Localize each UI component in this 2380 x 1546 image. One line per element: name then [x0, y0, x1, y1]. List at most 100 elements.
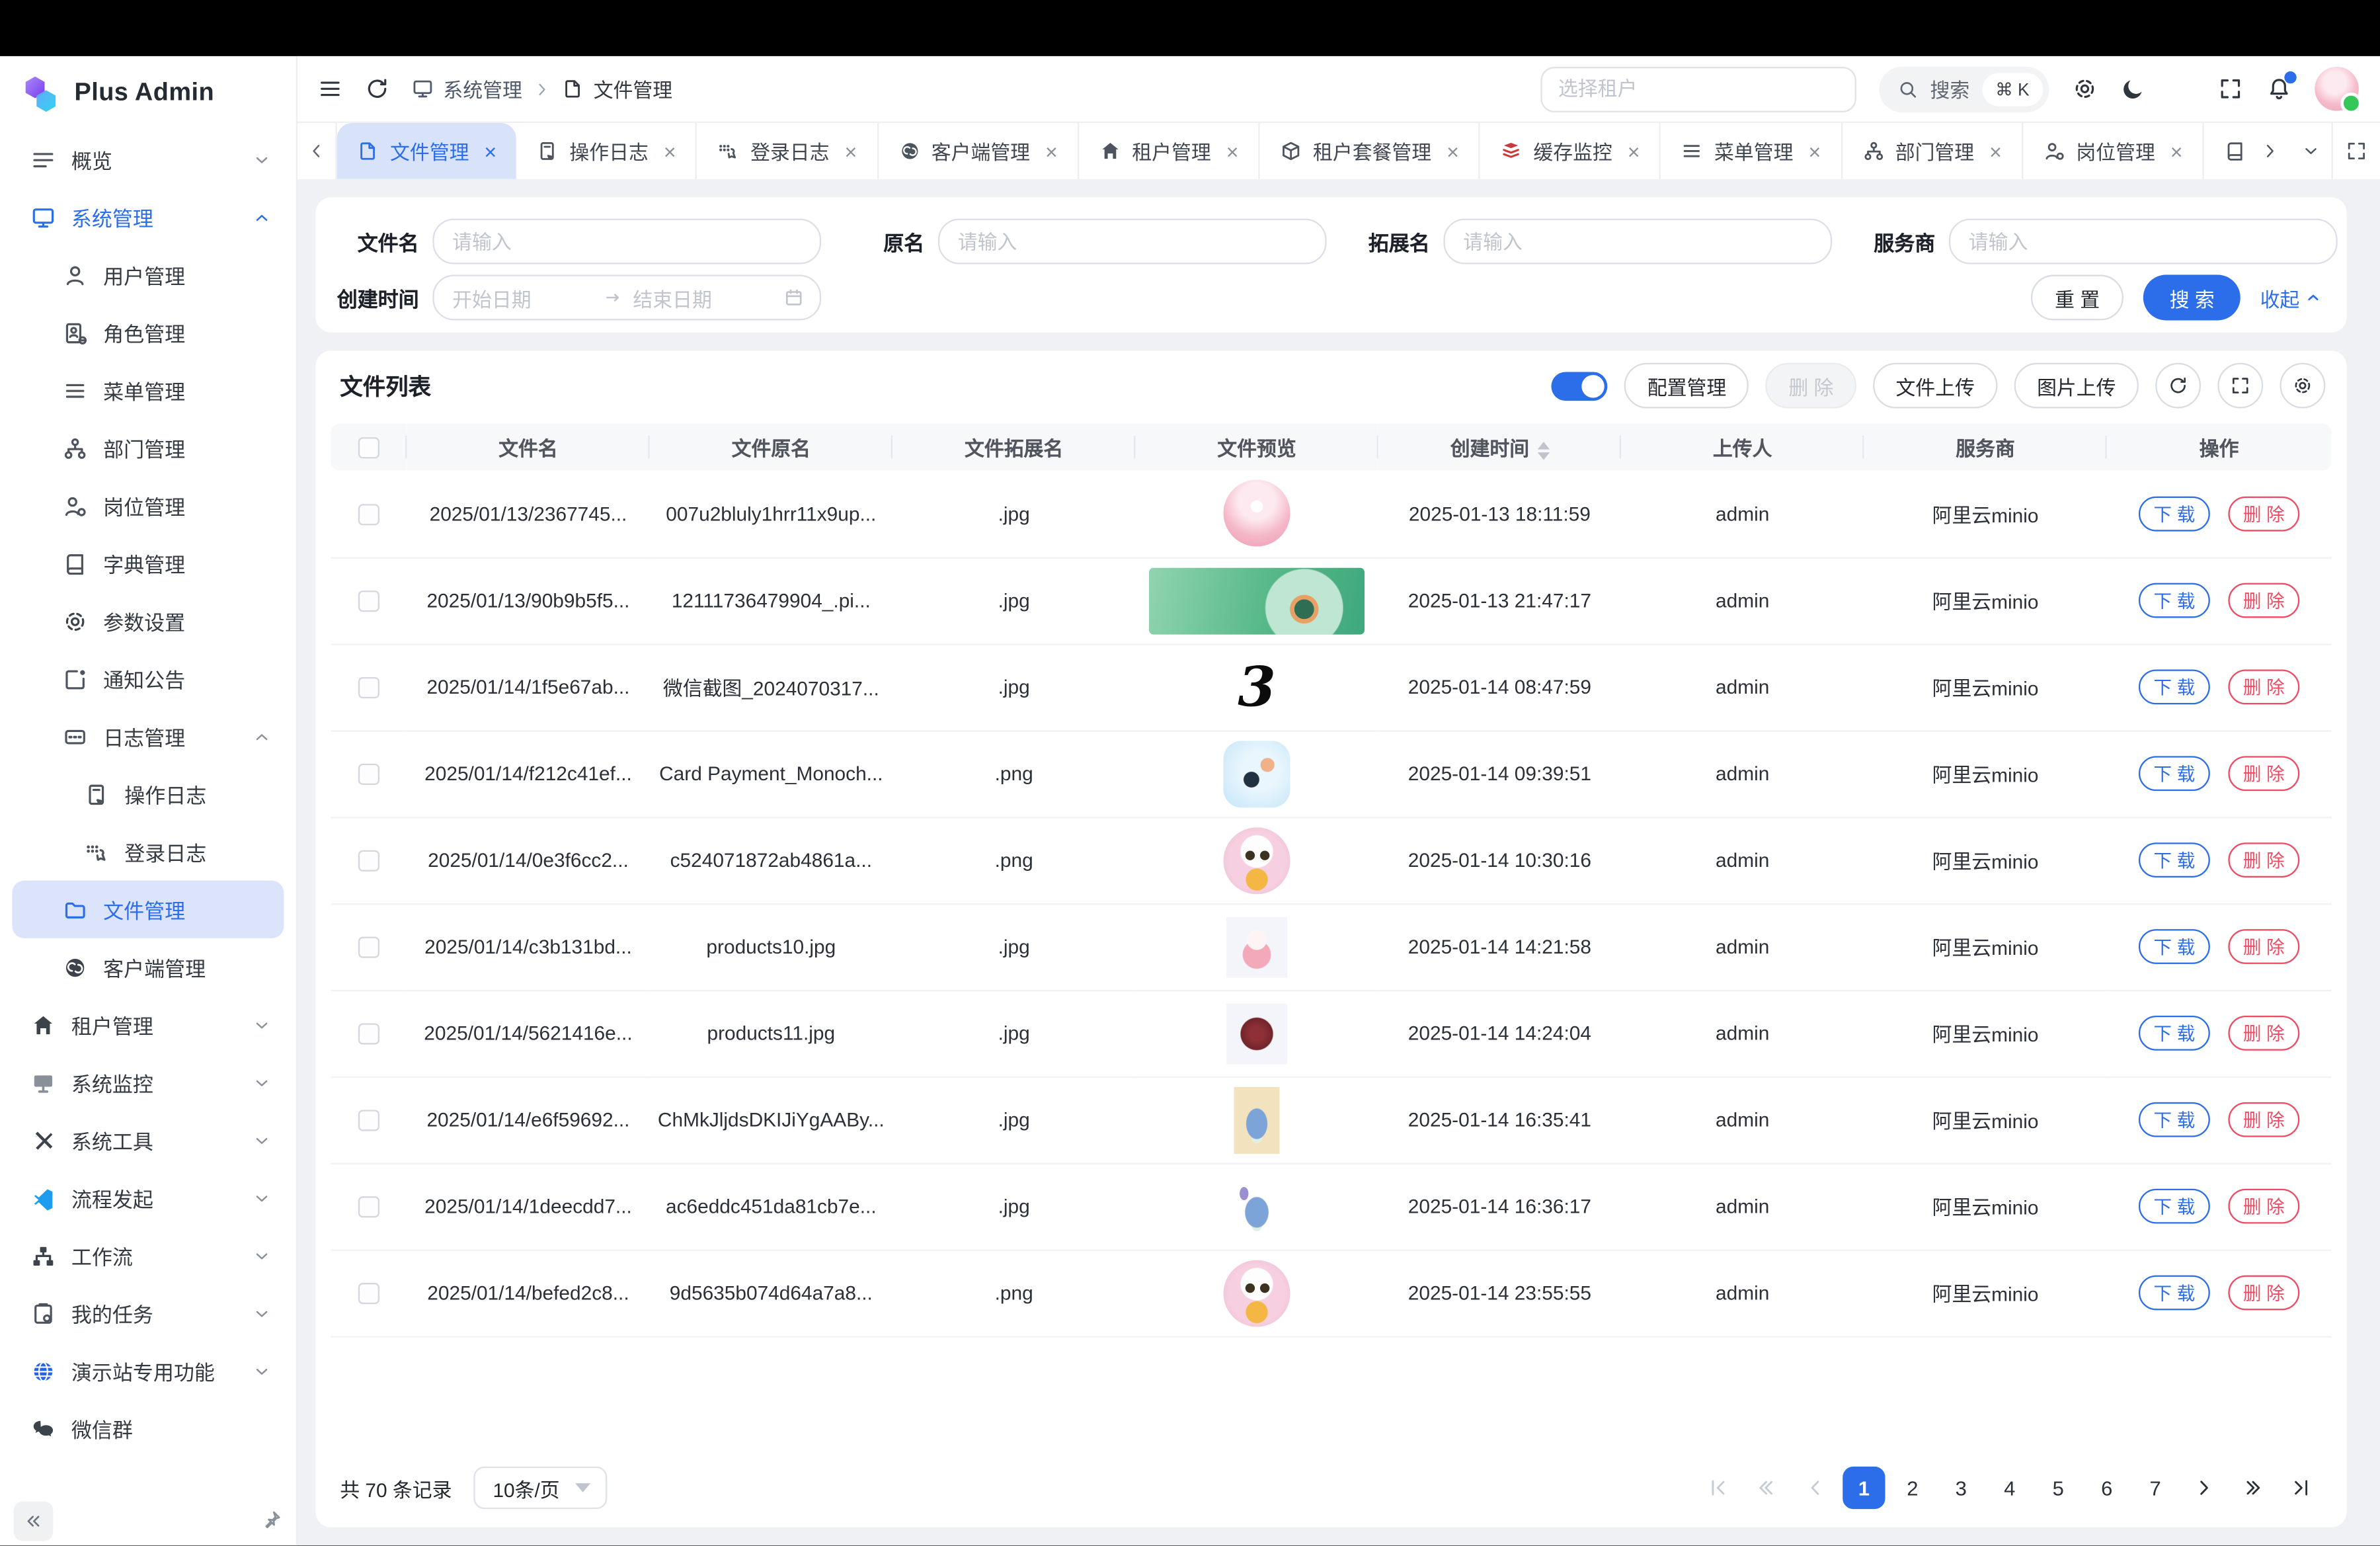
sidebar-item-system[interactable]: 系统管理	[12, 188, 284, 246]
page-button-7[interactable]: 7	[2134, 1467, 2176, 1510]
reset-button[interactable]: 重 置	[2030, 275, 2123, 321]
refresh-icon[interactable]	[364, 76, 390, 102]
next-page-button[interactable]	[2183, 1467, 2225, 1510]
tab-close-icon[interactable]: ×	[664, 140, 676, 161]
filename-input[interactable]	[432, 219, 821, 264]
page-button-3[interactable]: 3	[1940, 1467, 1982, 1510]
delete-button[interactable]: 删 除	[2228, 669, 2300, 704]
tabs-scroll-left-button[interactable]	[298, 123, 337, 179]
select-all-checkbox[interactable]	[358, 438, 379, 459]
file-preview-image[interactable]	[1224, 1259, 1290, 1326]
download-button[interactable]: 下 载	[2139, 756, 2211, 791]
delete-selected-button[interactable]: 删 除	[1766, 363, 1856, 409]
dark-mode-moon-icon[interactable]	[2120, 76, 2146, 102]
table-fullscreen-button[interactable]	[2217, 363, 2263, 409]
tab-close-icon[interactable]: ×	[1045, 140, 1058, 161]
row-checkbox[interactable]	[358, 1024, 379, 1045]
fullscreen-icon[interactable]	[2217, 76, 2243, 102]
file-upload-button[interactable]: 文件上传	[1873, 363, 1997, 409]
page-button-1[interactable]: 1	[1843, 1467, 1885, 1510]
page-button-6[interactable]: 6	[2086, 1467, 2128, 1510]
hamburger-menu-icon[interactable]	[317, 76, 343, 102]
prev-pages-button[interactable]	[1745, 1467, 1788, 1510]
download-button[interactable]: 下 载	[2139, 496, 2211, 531]
row-checkbox[interactable]	[358, 1283, 379, 1305]
table-refresh-button[interactable]	[2155, 363, 2201, 409]
breadcrumb-page[interactable]: 文件管理	[562, 74, 673, 103]
pin-icon[interactable]	[260, 1510, 282, 1532]
image-upload-button[interactable]: 图片上传	[2014, 363, 2139, 409]
tabs-scroll-right-button[interactable]	[2250, 123, 2291, 179]
extension-input[interactable]	[1443, 219, 1832, 264]
sidebar-item-tenant[interactable]: 租户管理	[12, 996, 284, 1053]
delete-button[interactable]: 删 除	[2228, 583, 2300, 618]
sidebar-item-client[interactable]: 客户端管理	[12, 938, 284, 996]
tab-redis[interactable]: 缓存监控×	[1480, 123, 1661, 179]
file-preview-image[interactable]	[1224, 740, 1290, 807]
row-checkbox[interactable]	[358, 1110, 379, 1131]
sidebar-item-post[interactable]: 岗位管理	[12, 477, 284, 534]
row-checkbox[interactable]	[358, 591, 379, 612]
delete-button[interactable]: 删 除	[2228, 1016, 2300, 1051]
provider-input[interactable]	[1949, 219, 2338, 264]
tab-close-icon[interactable]: ×	[1808, 140, 1821, 161]
page-button-4[interactable]: 4	[1989, 1467, 2031, 1510]
notifications-bell-icon[interactable]	[2266, 76, 2292, 102]
tab-close-icon[interactable]: ×	[844, 140, 857, 161]
sidebar-item-file[interactable]: 文件管理	[12, 881, 284, 938]
row-checkbox[interactable]	[358, 937, 379, 958]
tabs-dropdown-button[interactable]	[2291, 123, 2332, 179]
tab-loginlog[interactable]: 登录日志×	[697, 123, 879, 179]
sidebar-item-notice[interactable]: 通知公告	[12, 650, 284, 708]
tab-dict[interactable]: 字典管理×	[2204, 123, 2250, 179]
sidebar-item-overview[interactable]: 概览	[12, 130, 284, 188]
tab-post[interactable]: 岗位管理×	[2023, 123, 2204, 179]
file-preview-image[interactable]	[1224, 480, 1290, 547]
sidebar-item-monitor[interactable]: 系统监控	[12, 1053, 284, 1111]
file-preview-image[interactable]	[1224, 827, 1290, 893]
download-button[interactable]: 下 载	[2139, 669, 2211, 704]
download-button[interactable]: 下 载	[2139, 1016, 2211, 1051]
row-checkbox[interactable]	[358, 504, 379, 525]
download-button[interactable]: 下 载	[2139, 583, 2211, 618]
sidebar-item-param[interactable]: 参数设置	[12, 592, 284, 649]
file-preview-image[interactable]	[1226, 916, 1287, 977]
first-page-button[interactable]	[1697, 1467, 1739, 1510]
tab-close-icon[interactable]: ×	[1989, 140, 2002, 161]
config-manage-button[interactable]: 配置管理	[1624, 363, 1749, 409]
delete-button[interactable]: 删 除	[2228, 929, 2300, 964]
file-preview-image[interactable]: 3	[1224, 653, 1290, 720]
delete-button[interactable]: 删 除	[2228, 756, 2300, 791]
tab-menu[interactable]: 菜单管理×	[1661, 123, 1843, 179]
column-header-sortable[interactable]: 创建时间	[1378, 424, 1621, 471]
page-size-select[interactable]: 10条/页	[473, 1467, 607, 1510]
tab-package[interactable]: 租户套餐管理×	[1260, 123, 1480, 179]
file-preview-image[interactable]	[1149, 567, 1365, 634]
sidebar-item-role[interactable]: 角色管理	[12, 304, 284, 361]
delete-button[interactable]: 删 除	[2228, 1276, 2300, 1311]
tab-client[interactable]: 客户端管理×	[878, 123, 1079, 179]
sidebar-item-menu[interactable]: 菜单管理	[12, 361, 284, 419]
table-settings-button[interactable]	[2280, 363, 2325, 409]
tab-close-icon[interactable]: ×	[1226, 140, 1239, 161]
sidebar-item-loginlog[interactable]: 登录日志	[12, 823, 284, 880]
sort-icon[interactable]	[1537, 441, 1549, 460]
sidebar-item-oplog[interactable]: 操作日志	[12, 765, 284, 823]
language-translate-icon[interactable]	[2169, 76, 2195, 102]
tab-close-icon[interactable]: ×	[1447, 140, 1459, 161]
row-checkbox[interactable]	[358, 764, 379, 785]
sidebar-item-demo[interactable]: 演示站专用功能	[12, 1342, 284, 1400]
download-button[interactable]: 下 载	[2139, 1276, 2211, 1311]
global-search-button[interactable]: 搜索 ⌘ K	[1878, 66, 2049, 112]
date-range-picker[interactable]: 开始日期 结束日期	[432, 275, 821, 321]
last-page-button[interactable]	[2280, 1467, 2322, 1510]
tab-close-icon[interactable]: ×	[1628, 140, 1640, 161]
download-button[interactable]: 下 载	[2139, 1189, 2211, 1224]
sidebar-item-tools[interactable]: 系统工具	[12, 1112, 284, 1169]
tab-dept[interactable]: 部门管理×	[1842, 123, 2023, 179]
user-avatar[interactable]	[2315, 67, 2359, 111]
collapse-filters-link[interactable]: 收起	[2260, 283, 2322, 312]
sidebar-item-flow[interactable]: 流程发起	[12, 1169, 284, 1227]
next-pages-button[interactable]	[2231, 1467, 2274, 1510]
tenant-select-input[interactable]	[1540, 66, 1856, 112]
